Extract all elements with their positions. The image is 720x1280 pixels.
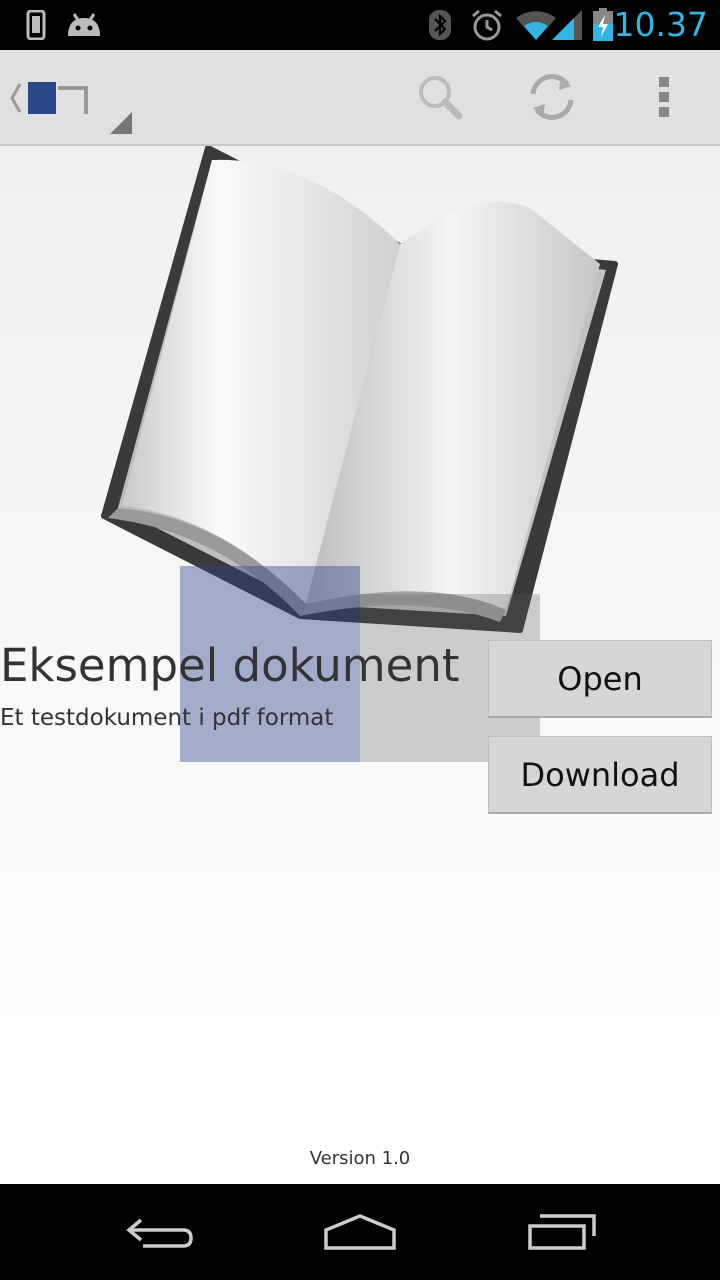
android-icon: [66, 12, 102, 42]
battery-charging-icon: [592, 8, 614, 46]
search-button[interactable]: [390, 50, 490, 144]
bluetooth-icon: [428, 9, 452, 45]
home-up-button[interactable]: [0, 50, 140, 144]
download-button[interactable]: Download: [488, 736, 712, 814]
action-bar: [0, 50, 720, 146]
recents-icon: [528, 1214, 596, 1250]
status-time: 10.37: [613, 5, 708, 44]
back-caret-icon: [10, 83, 22, 113]
status-bar: 10.37: [0, 0, 720, 50]
version-label: Version 1.0: [309, 1148, 411, 1169]
overflow-menu-icon: [659, 77, 669, 117]
home-icon: [324, 1214, 396, 1250]
navigation-bar: [0, 1184, 720, 1280]
nav-recents-button[interactable]: [482, 1184, 642, 1280]
signal-icon: [552, 10, 584, 46]
app-screen: 10.37 Eksempel dokument Et testdokument …: [0, 0, 720, 1280]
document-detail: Eksempel dokument Et testdokument i pdf …: [0, 145, 720, 1184]
nav-back-button[interactable]: [80, 1184, 240, 1280]
overflow-menu-button[interactable]: [624, 50, 704, 144]
refresh-icon: [530, 74, 574, 120]
back-icon: [126, 1218, 193, 1248]
wifi-icon: [516, 10, 556, 46]
open-button[interactable]: Open: [488, 640, 712, 718]
document-subtitle: Et testdokument i pdf format: [0, 705, 334, 731]
refresh-button[interactable]: [502, 50, 602, 144]
nav-home-button[interactable]: [280, 1184, 440, 1280]
document-title: Eksempel dokument: [0, 639, 460, 692]
alarm-icon: [470, 8, 504, 46]
search-icon: [419, 76, 463, 120]
phone-icon: [26, 9, 46, 44]
app-logo-icon: [28, 82, 88, 114]
